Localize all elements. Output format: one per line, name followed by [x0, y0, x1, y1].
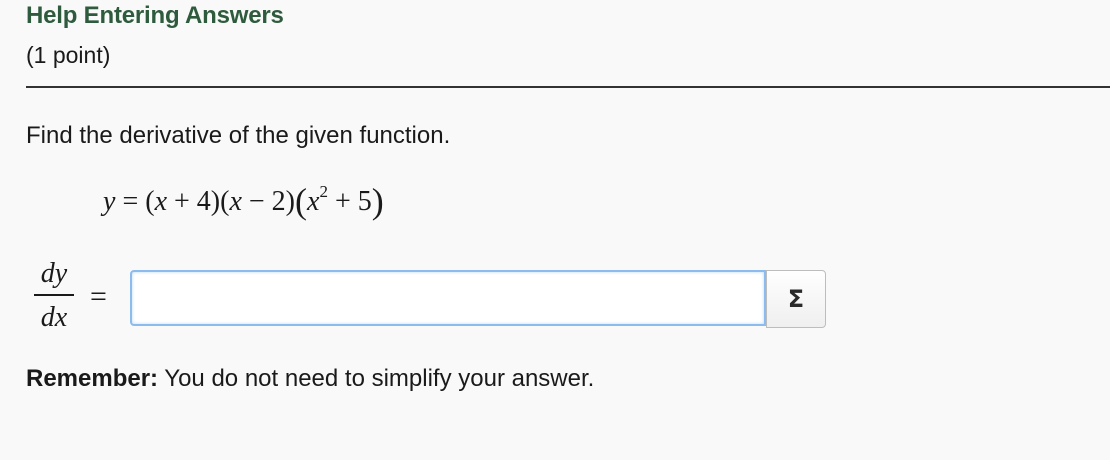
equation-editor-button[interactable]: Σ — [766, 270, 826, 328]
equation-lhs: y — [103, 186, 116, 217]
help-entering-answers-link[interactable]: Help Entering Answers — [26, 2, 284, 30]
problem-prompt: Find the derivative of the given functio… — [26, 122, 451, 149]
header-divider — [26, 86, 1110, 88]
problem-panel: Help Entering Answers (1 point) Find the… — [0, 0, 1110, 460]
answer-equals-sign: = — [90, 280, 107, 313]
factor-2: (x − 2) — [220, 186, 296, 217]
factor-1: (x + 4) — [145, 186, 221, 217]
fraction-bar — [34, 294, 74, 296]
sigma-icon: Σ — [787, 285, 805, 313]
derivative-label: dy dx — [34, 256, 74, 336]
factor-3: (x2 + 5) — [295, 181, 384, 221]
derivative-numerator: dy — [40, 258, 68, 289]
equation-equals: = — [122, 186, 139, 217]
answer-input[interactable] — [130, 270, 766, 326]
remember-text: You do not need to simplify your answer. — [158, 365, 595, 392]
remember-note: Remember: You do not need to simplify yo… — [26, 365, 594, 393]
point-value: (1 point) — [26, 42, 111, 68]
derivative-denominator: dx — [40, 302, 68, 333]
function-equation: y = (x + 4)(x − 2)(x2 + 5) — [103, 181, 384, 221]
remember-label: Remember: — [26, 365, 159, 392]
